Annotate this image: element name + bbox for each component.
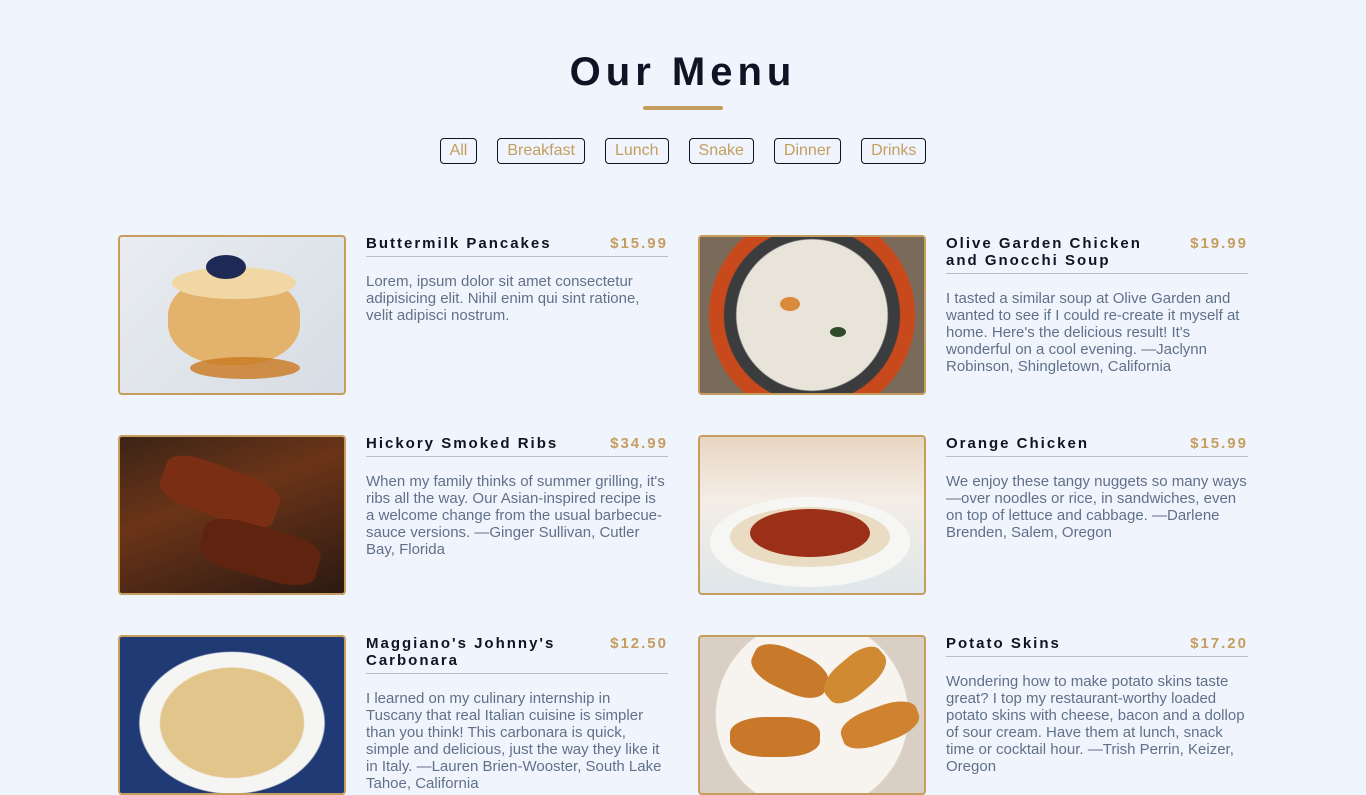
menu-item-description: I learned on my culinary internship in T… xyxy=(366,690,662,792)
menu-item-description: Lorem, ipsum dolor sit amet consectetur … xyxy=(366,273,640,324)
menu-item: Olive Garden Chicken and Gnocchi Soup $1… xyxy=(698,235,1248,395)
menu-item-header: Hickory Smoked Ribs $34.99 xyxy=(366,435,668,457)
menu-item-price: $19.99 xyxy=(1190,235,1248,252)
menu-item-header: Buttermilk Pancakes $15.99 xyxy=(366,235,668,257)
hickory-smoked-ribs-photo xyxy=(118,435,346,595)
menu-item-price: $15.99 xyxy=(610,235,668,252)
menu-item-price: $15.99 xyxy=(1190,435,1248,452)
menu-item-header: Potato Skins $17.20 xyxy=(946,635,1248,657)
menu-item: Hickory Smoked Ribs $34.99 When my famil… xyxy=(118,435,668,595)
carbonara-photo xyxy=(118,635,346,795)
category-filters: All Breakfast Lunch Snake Dinner Drinks xyxy=(0,138,1366,164)
menu-item: Orange Chicken $15.99 We enjoy these tan… xyxy=(698,435,1248,595)
menu-item-info: Buttermilk Pancakes $15.99 Lorem, ipsum … xyxy=(366,235,668,395)
menu-item-name: Orange Chicken xyxy=(946,435,1090,452)
chicken-gnocchi-soup-photo xyxy=(698,235,926,395)
menu-header: Our Menu xyxy=(0,0,1366,110)
filter-lunch-button[interactable]: Lunch xyxy=(604,138,669,164)
title-underline xyxy=(643,106,723,110)
menu-item-name: Olive Garden Chicken and Gnocchi Soup xyxy=(946,235,1142,269)
buttermilk-pancakes-photo xyxy=(118,235,346,395)
menu-item-name: Potato Skins xyxy=(946,635,1061,652)
filter-breakfast-button[interactable]: Breakfast xyxy=(497,138,585,164)
filter-all-button[interactable]: All xyxy=(439,138,478,164)
menu-item-price: $12.50 xyxy=(610,635,668,652)
menu-item-description: Wondering how to make potato skins taste… xyxy=(946,673,1245,775)
menu-item-price: $17.20 xyxy=(1190,635,1248,652)
potato-skins-photo xyxy=(698,635,926,795)
page-title: Our Menu xyxy=(569,50,797,94)
menu-item-header: Olive Garden Chicken and Gnocchi Soup $1… xyxy=(946,235,1248,274)
menu-item: Potato Skins $17.20 Wondering how to mak… xyxy=(698,635,1248,795)
menu-grid: Buttermilk Pancakes $15.99 Lorem, ipsum … xyxy=(118,235,1248,795)
menu-item-description: I tasted a similar soup at Olive Garden … xyxy=(946,290,1240,375)
menu-item: Buttermilk Pancakes $15.99 Lorem, ipsum … xyxy=(118,235,668,395)
menu-item-info: Orange Chicken $15.99 We enjoy these tan… xyxy=(946,435,1248,595)
menu-item-info: Hickory Smoked Ribs $34.99 When my famil… xyxy=(366,435,668,595)
filter-drinks-button[interactable]: Drinks xyxy=(861,138,927,164)
menu-item-info: Maggiano's Johnny's Carbonara $12.50 I l… xyxy=(366,635,668,795)
filter-snake-button[interactable]: Snake xyxy=(688,138,754,164)
menu-item-price: $34.99 xyxy=(610,435,668,452)
filter-dinner-button[interactable]: Dinner xyxy=(773,138,842,164)
menu-item-info: Potato Skins $17.20 Wondering how to mak… xyxy=(946,635,1248,795)
menu-item-name: Hickory Smoked Ribs xyxy=(366,435,559,452)
menu-item-header: Orange Chicken $15.99 xyxy=(946,435,1248,457)
menu-item-header: Maggiano's Johnny's Carbonara $12.50 xyxy=(366,635,668,674)
menu-item-description: When my family thinks of summer grilling… xyxy=(366,473,665,558)
menu-item: Maggiano's Johnny's Carbonara $12.50 I l… xyxy=(118,635,668,795)
menu-item-info: Olive Garden Chicken and Gnocchi Soup $1… xyxy=(946,235,1248,395)
menu-item-name: Maggiano's Johnny's Carbonara xyxy=(366,635,556,669)
orange-chicken-photo xyxy=(698,435,926,595)
menu-item-description: We enjoy these tangy nuggets so many way… xyxy=(946,473,1247,541)
menu-item-name: Buttermilk Pancakes xyxy=(366,235,552,252)
